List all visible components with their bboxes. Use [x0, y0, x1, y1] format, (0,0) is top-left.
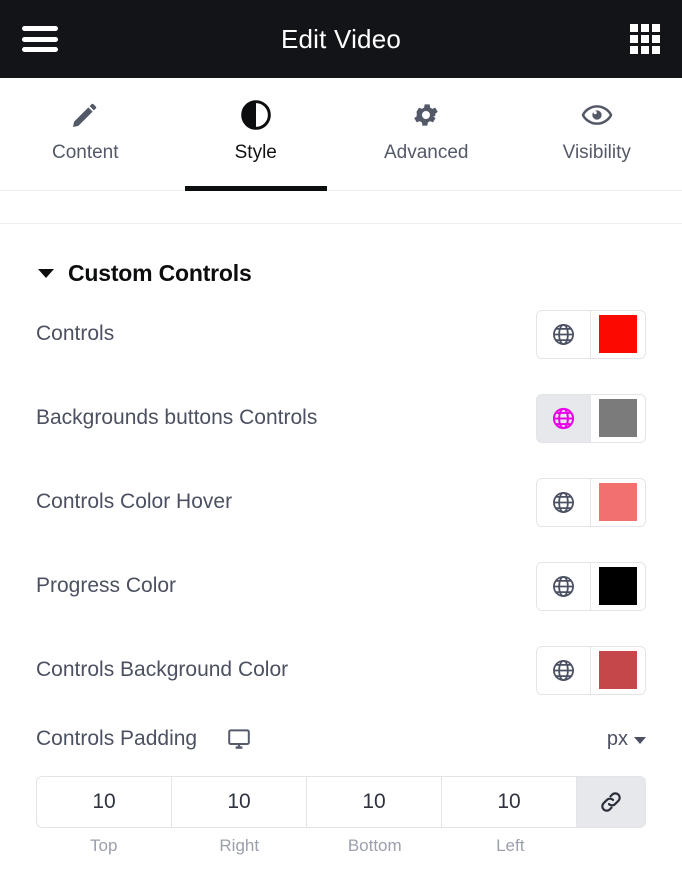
desktop-monitor-icon[interactable] — [227, 727, 251, 751]
tab-advanced[interactable]: Advanced — [341, 78, 512, 190]
control-label: Controls Color Hover — [36, 490, 233, 513]
control-row-progress-color: Progress Color — [36, 544, 646, 628]
control-row-controls-background-color: Controls Background Color — [36, 628, 646, 712]
globe-icon[interactable] — [537, 478, 591, 526]
control-rows: Controls Backgrounds buttons Controls Co… — [0, 292, 682, 712]
color-swatch — [599, 315, 637, 353]
controls-padding-label: Controls Padding — [36, 727, 198, 750]
color-picker-controls-color-hover[interactable] — [536, 477, 646, 527]
padding-label-spacer — [578, 836, 646, 856]
color-swatch-button[interactable] — [591, 562, 645, 610]
unit-label: px — [606, 727, 628, 750]
color-swatch-button[interactable] — [591, 310, 645, 358]
panel-divider — [0, 191, 682, 224]
tab-label: Style — [234, 142, 277, 163]
app-header: Edit Video — [0, 0, 682, 78]
hamburger-bar — [22, 36, 58, 42]
tab-label: Content — [51, 142, 119, 163]
globe-icon[interactable] — [537, 562, 591, 610]
color-swatch — [599, 567, 637, 605]
globe-icon[interactable] — [537, 310, 591, 358]
hamburger-bar — [22, 47, 58, 52]
tab-label: Visibility — [562, 142, 631, 163]
control-label: Progress Color — [36, 574, 177, 597]
padding-right-label: Right — [219, 836, 260, 855]
caret-down-icon — [38, 268, 54, 278]
section-title: Custom Controls — [68, 259, 252, 286]
grid-cell — [652, 46, 660, 54]
grid-cell — [641, 24, 649, 32]
section-custom-controls[interactable]: Custom Controls — [0, 224, 682, 292]
control-label: Backgrounds buttons Controls — [36, 406, 318, 429]
control-row-backgrounds-buttons-controls: Backgrounds buttons Controls — [36, 376, 646, 460]
controls-padding-header: Controls Padding px — [36, 712, 646, 766]
padding-top-label: Top — [90, 836, 118, 855]
grid-cell — [630, 35, 638, 43]
padding-input-row — [36, 776, 646, 828]
link-chain-icon[interactable] — [577, 777, 645, 827]
grid-cell — [652, 24, 660, 32]
hamburger-bar — [22, 26, 58, 31]
contrast-icon — [240, 94, 272, 136]
tab-style[interactable]: Style — [171, 78, 342, 190]
padding-bottom-cell[interactable] — [307, 777, 442, 827]
color-swatch-button[interactable] — [591, 478, 645, 526]
grid-cell — [630, 24, 638, 32]
tab-label: Advanced — [383, 142, 469, 163]
padding-top-cell[interactable] — [37, 777, 172, 827]
chevron-down-icon — [634, 737, 646, 744]
padding-right-cell[interactable] — [172, 777, 307, 827]
color-picker-backgrounds-buttons-controls[interactable] — [536, 393, 646, 443]
gear-icon — [411, 94, 441, 136]
eye-icon — [581, 94, 613, 136]
grid-cell — [641, 46, 649, 54]
padding-right-input[interactable] — [172, 777, 306, 827]
pencil-icon — [70, 94, 100, 136]
grid-cell — [630, 46, 638, 54]
padding-label-row: Top Right Bottom Left — [36, 836, 646, 856]
control-label: Controls — [36, 322, 115, 345]
globe-icon[interactable] — [537, 646, 591, 694]
padding-left-input[interactable] — [442, 777, 576, 827]
controls-padding-group: Controls Padding px 10 10 10 10 Top Righ… — [0, 712, 682, 856]
padding-bottom-label: Bottom — [347, 836, 402, 855]
page-title: Edit Video — [280, 23, 402, 54]
hamburger-menu-icon[interactable] — [22, 26, 58, 52]
color-swatch — [599, 399, 637, 437]
globe-icon[interactable] — [537, 394, 591, 442]
color-swatch — [599, 483, 637, 521]
grid-apps-icon[interactable] — [630, 24, 660, 54]
padding-left-label: Left — [496, 836, 525, 855]
unit-selector[interactable]: px — [607, 728, 646, 751]
color-picker-controls-background-color[interactable] — [536, 645, 646, 695]
control-row-controls-color-hover: Controls Color Hover — [36, 460, 646, 544]
padding-left-cell[interactable] — [442, 777, 577, 827]
tab-content[interactable]: Content — [0, 78, 171, 190]
tab-visibility[interactable]: Visibility — [512, 78, 682, 190]
color-swatch-button[interactable] — [591, 646, 645, 694]
grid-cell — [652, 35, 660, 43]
padding-top-input[interactable] — [37, 777, 171, 827]
color-swatch — [599, 651, 637, 689]
padding-bottom-input[interactable] — [307, 777, 441, 827]
grid-cell — [641, 35, 649, 43]
color-picker-controls[interactable] — [536, 309, 646, 359]
tab-bar: Content Style Advanced Visibility — [0, 78, 682, 191]
control-label: Controls Background Color — [36, 658, 289, 681]
color-picker-progress-color[interactable] — [536, 561, 646, 611]
control-row-controls: Controls — [36, 292, 646, 376]
color-swatch-button[interactable] — [591, 394, 645, 442]
